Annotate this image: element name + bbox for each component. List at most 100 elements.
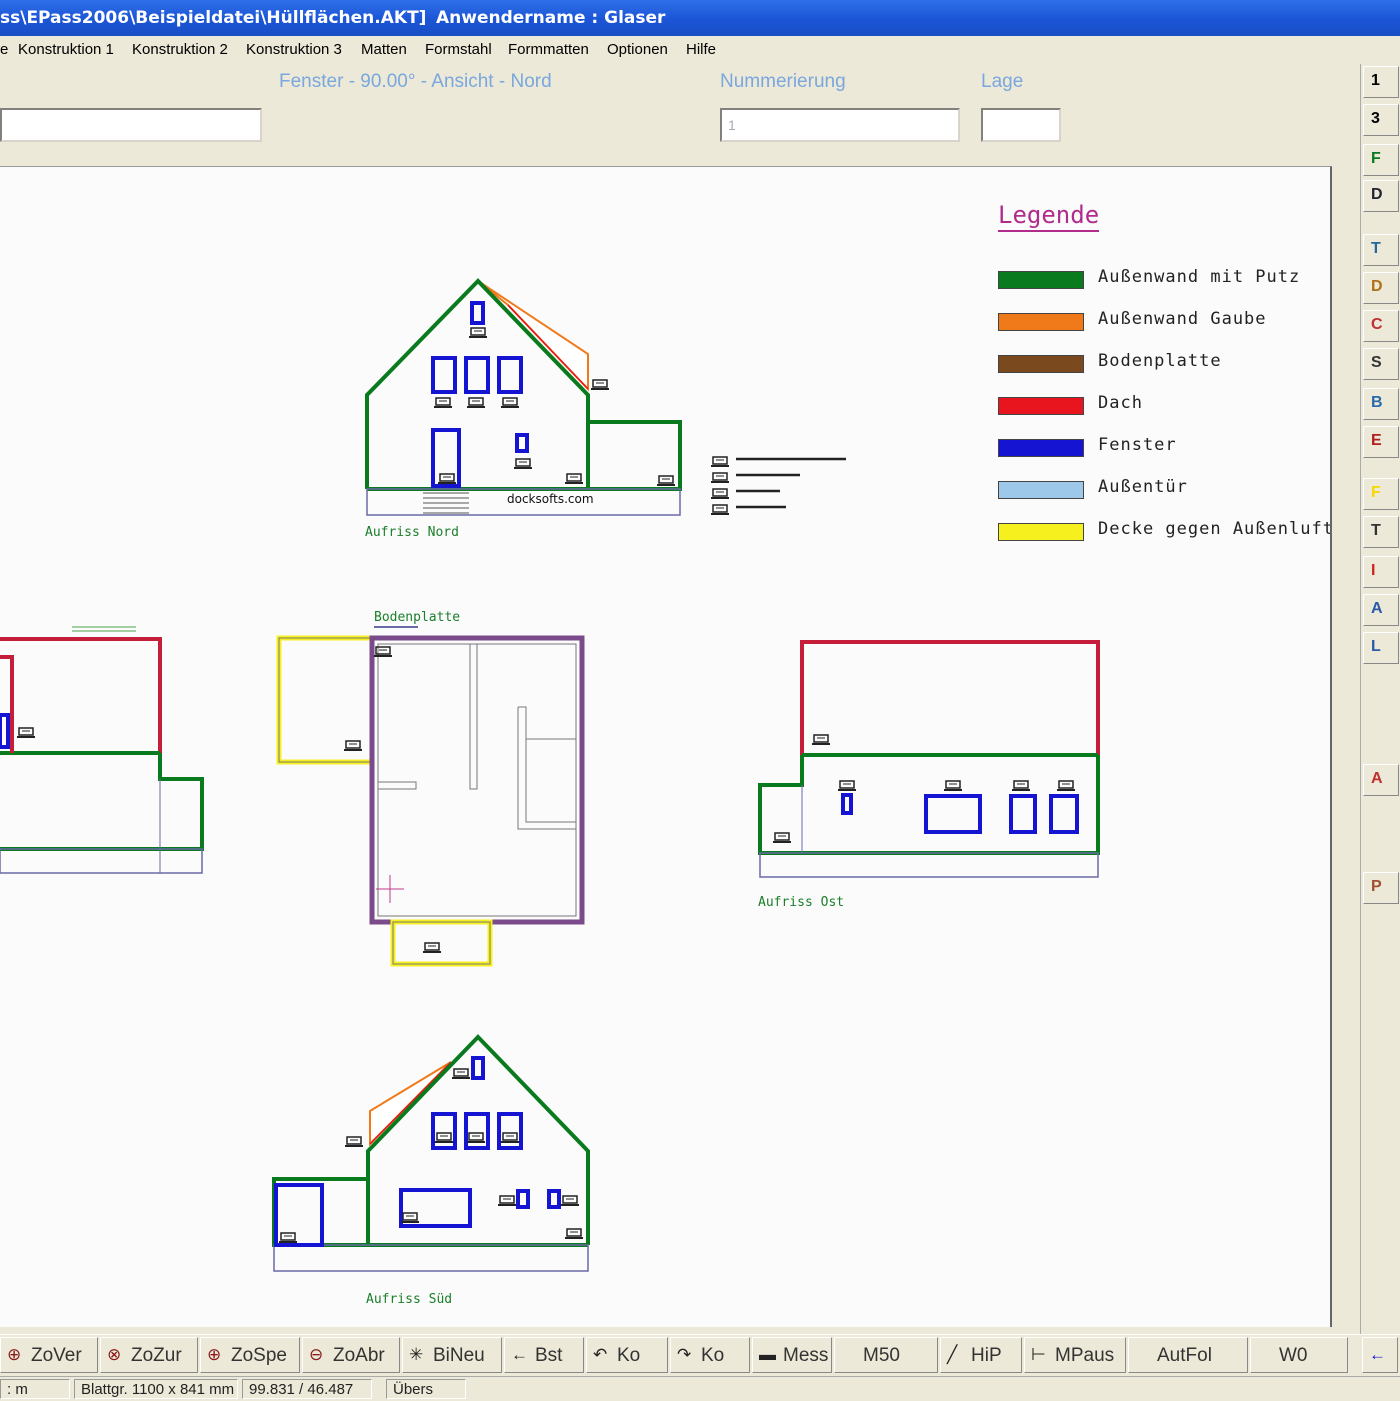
status-bar: : m Blattgr. 1100 x 841 mm 99.831 / 46.4… (0, 1376, 1400, 1401)
bottom-tool-label: W0 (1279, 1345, 1308, 1366)
bottom-tool-button[interactable]: ⊕ ZoSpe (200, 1337, 300, 1373)
zoom-previous-icon: ⊕ (7, 1345, 22, 1364)
window-title: ss\EPass2006\Beispieldatei\Hüllflächen.A… (0, 8, 427, 28)
right-tool-label: T (1371, 522, 1381, 539)
position-field[interactable] (981, 108, 1061, 142)
dimension-icon: ⊢ (1031, 1345, 1046, 1364)
legend-swatch (998, 355, 1084, 373)
right-tool-button[interactable]: D (1363, 180, 1399, 212)
right-tool-button[interactable]: D (1363, 272, 1399, 304)
right-tool-button[interactable]: L (1363, 632, 1399, 664)
right-tool-button[interactable]: A (1363, 594, 1399, 626)
bottom-tool-label: ZoZur (131, 1345, 182, 1366)
legend-label: Außenwand mit Putz (1098, 267, 1301, 287)
line-icon: ╱ (947, 1345, 958, 1364)
right-tool-button[interactable]: F (1363, 478, 1399, 510)
bottom-tool-button[interactable]: ✳ BiNeu (402, 1337, 502, 1373)
label-south: Aufriss Süd (366, 1292, 453, 1307)
right-tool-button[interactable]: T (1363, 234, 1399, 266)
elevation-west (0, 626, 204, 874)
element-name-field[interactable] (0, 108, 262, 142)
bottom-tool-label: ZoVer (31, 1345, 82, 1366)
right-tool-button[interactable]: B (1363, 388, 1399, 420)
right-tool-button[interactable]: T (1363, 516, 1399, 548)
bottom-tool-label: Ko (701, 1345, 725, 1366)
legend-swatch (998, 523, 1084, 541)
drawing-canvas[interactable]: Aufriss Nord docksofts.com Bodenplatte A… (0, 166, 1332, 1327)
right-tool-button[interactable]: C (1363, 310, 1399, 342)
redo-icon: ↷ (677, 1345, 692, 1364)
elevation-south (272, 1034, 590, 1272)
bottom-tool-button[interactable]: ▬ Mess (752, 1337, 832, 1373)
bottom-tool-button[interactable]: ⊖ ZoAbr (302, 1337, 400, 1373)
right-tool-label: 3 (1371, 110, 1380, 127)
label-north: Aufriss Nord (365, 525, 459, 540)
bottom-tool-label: HiP (971, 1345, 1002, 1366)
right-tool-label: F (1371, 484, 1381, 501)
menu-item-formmatten[interactable]: Formmatten (508, 41, 589, 58)
status-sheet-size: Blattgr. 1100 x 841 mm (74, 1379, 238, 1399)
legend-label: Dach (1098, 393, 1143, 413)
right-tool-label: L (1371, 638, 1381, 655)
menu-item-file[interactable]: e (0, 41, 8, 58)
arrow-left-icon: ← (1369, 1345, 1386, 1364)
bottom-tool-button[interactable]: ↶ Ko (586, 1337, 668, 1373)
bottom-toolbar: ⊕ ZoVer ⊗ ZoZur ⊕ ZoSpe ⊖ ZoAbr ✳ BiNeu ← Bst ↶ Ko ↷ Ko… (0, 1334, 1400, 1377)
label-east: Aufriss Ost (758, 895, 845, 910)
menu-item-formstahl[interactable]: Formstahl (425, 41, 492, 58)
zoom-out-icon: ⊖ (309, 1345, 324, 1364)
arrow-left-icon: ← (511, 1345, 528, 1364)
numbering-field[interactable] (720, 108, 960, 142)
elevation-north (365, 278, 846, 516)
legend-label: Außenwand Gaube (1098, 309, 1267, 329)
menu-bar: e Konstruktion 1 Konstruktion 2 Konstruk… (0, 36, 1400, 65)
menu-item-konstruktion-2[interactable]: Konstruktion 2 (132, 41, 228, 58)
legend-title: Legende (998, 201, 1100, 232)
right-tool-button[interactable]: 3 (1363, 104, 1399, 136)
menu-item-matten[interactable]: Matten (361, 41, 407, 58)
status-coordinates: 99.831 / 46.487 (242, 1379, 372, 1399)
legend-swatch (998, 271, 1084, 289)
menu-item-konstruktion-1[interactable]: Konstruktion 1 (18, 41, 114, 58)
bottom-tool-label: Ko (617, 1345, 641, 1366)
right-tool-button[interactable]: I (1363, 556, 1399, 588)
legend-swatch (998, 313, 1084, 331)
bottom-tool-label: ZoAbr (333, 1345, 385, 1366)
menu-item-optionen[interactable]: Optionen (607, 41, 668, 58)
menu-item-hilfe[interactable]: Hilfe (686, 41, 716, 58)
bottom-tool-button[interactable]: ╱ HiP (940, 1337, 1022, 1373)
right-tool-label: T (1371, 240, 1381, 257)
back-arrow-button[interactable]: ← (1362, 1337, 1398, 1373)
right-tool-label: P (1371, 878, 1382, 895)
right-tool-button[interactable]: S (1363, 348, 1399, 380)
right-tool-button[interactable]: F (1363, 144, 1399, 176)
bottom-tool-label: Mess (783, 1345, 829, 1366)
right-tool-label: A (1371, 770, 1383, 787)
right-tool-label: B (1371, 394, 1383, 411)
bottom-tool-label: ZoSpe (231, 1345, 287, 1366)
bottom-tool-button[interactable]: ⊢ MPaus (1024, 1337, 1126, 1373)
right-tool-label: C (1371, 316, 1383, 333)
numbering-label: Nummerierung (720, 71, 846, 92)
bottom-tool-button[interactable]: ⊗ ZoZur (100, 1337, 198, 1373)
bottom-tool-button[interactable]: M50 (834, 1337, 938, 1373)
right-tool-label: E (1371, 432, 1382, 449)
elevation-east (758, 640, 1100, 878)
bottom-tool-button[interactable]: ↷ Ko (670, 1337, 750, 1373)
bottom-tool-button[interactable]: AutFol (1128, 1337, 1248, 1373)
zoom-save-icon: ⊕ (207, 1345, 222, 1364)
right-tool-button[interactable]: A (1363, 764, 1399, 796)
bottom-tool-label: BiNeu (433, 1345, 485, 1366)
watermark: docksofts.com (507, 492, 594, 506)
menu-item-konstruktion-3[interactable]: Konstruktion 3 (246, 41, 342, 58)
bottom-tool-button[interactable]: W0 (1250, 1337, 1348, 1373)
right-tool-button[interactable]: E (1363, 426, 1399, 458)
right-tool-button[interactable]: P (1363, 872, 1399, 904)
cad-drawing (0, 278, 1100, 1272)
bottom-tool-button[interactable]: ⊕ ZoVer (0, 1337, 98, 1373)
bottom-tool-button[interactable]: ← Bst (504, 1337, 584, 1373)
bottom-tool-label: AutFol (1157, 1345, 1212, 1366)
user-name: Anwendername : Glaser (436, 8, 666, 28)
right-tool-button[interactable]: 1 (1363, 66, 1399, 98)
legend-label: Fenster (1098, 435, 1177, 455)
